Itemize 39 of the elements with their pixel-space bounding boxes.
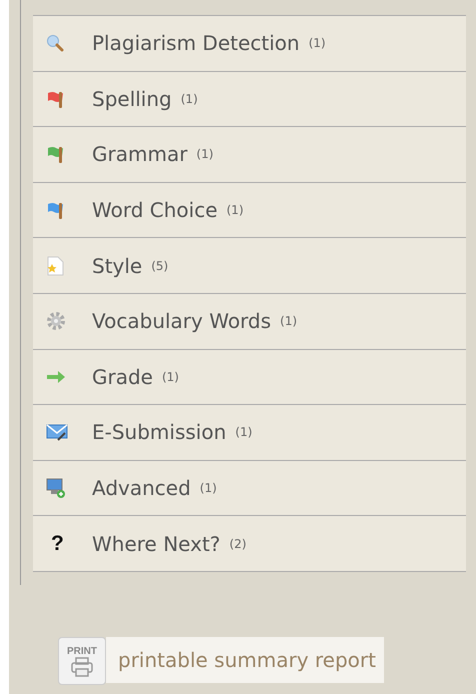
menu-item[interactable]: Advanced (1) (33, 460, 466, 516)
search-icon (46, 34, 64, 52)
menu-item[interactable]: Spelling (1) (33, 72, 466, 128)
monitor-icon (46, 478, 66, 498)
menu-item[interactable]: ? Where Next? (2) (33, 516, 466, 572)
item-count: (1) (180, 92, 198, 106)
item-count: (1) (280, 314, 298, 328)
item-count: (1) (235, 425, 252, 440)
item-label: Vocabulary Words (92, 309, 272, 334)
item-count: (1) (308, 36, 326, 50)
item-label: Word Choice (92, 198, 218, 222)
item-count: (2) (229, 536, 246, 551)
item-label: Where Next? (92, 532, 220, 556)
menu-item[interactable]: Style (5) (33, 238, 466, 294)
menu-item[interactable]: Grade (1) (33, 350, 466, 406)
item-label: Plagiarism Detection (92, 31, 300, 56)
document-star-icon (46, 256, 64, 276)
item-count: (1) (226, 203, 244, 218)
mail-icon (46, 423, 68, 442)
menu-item[interactable]: Grammar (1) (33, 127, 466, 183)
menu-item[interactable]: E-Submission (1) (33, 405, 466, 461)
question-icon: ? (46, 532, 64, 556)
item-label: Spelling (92, 86, 172, 111)
item-label: Advanced (92, 476, 191, 500)
print-icon: PRINT (58, 637, 106, 685)
item-count: (5) (151, 258, 168, 273)
item-count: (1) (200, 481, 217, 496)
item-count: (1) (162, 370, 179, 384)
arrow-icon (46, 370, 66, 383)
menu-item[interactable]: Plagiarism Detection (1) (33, 16, 466, 72)
item-label: Style (92, 254, 142, 278)
item-label: E-Submission (92, 420, 226, 444)
menu-item[interactable]: Word Choice (1) (33, 182, 466, 238)
print-report-link[interactable]: PRINT printable summary report (9, 585, 476, 694)
gear-icon (46, 311, 66, 332)
item-label: Grade (92, 364, 153, 389)
item-label: Grammar (92, 142, 188, 166)
menu-item[interactable]: Vocabulary Words (1) (33, 294, 466, 350)
item-count: (1) (196, 147, 214, 162)
